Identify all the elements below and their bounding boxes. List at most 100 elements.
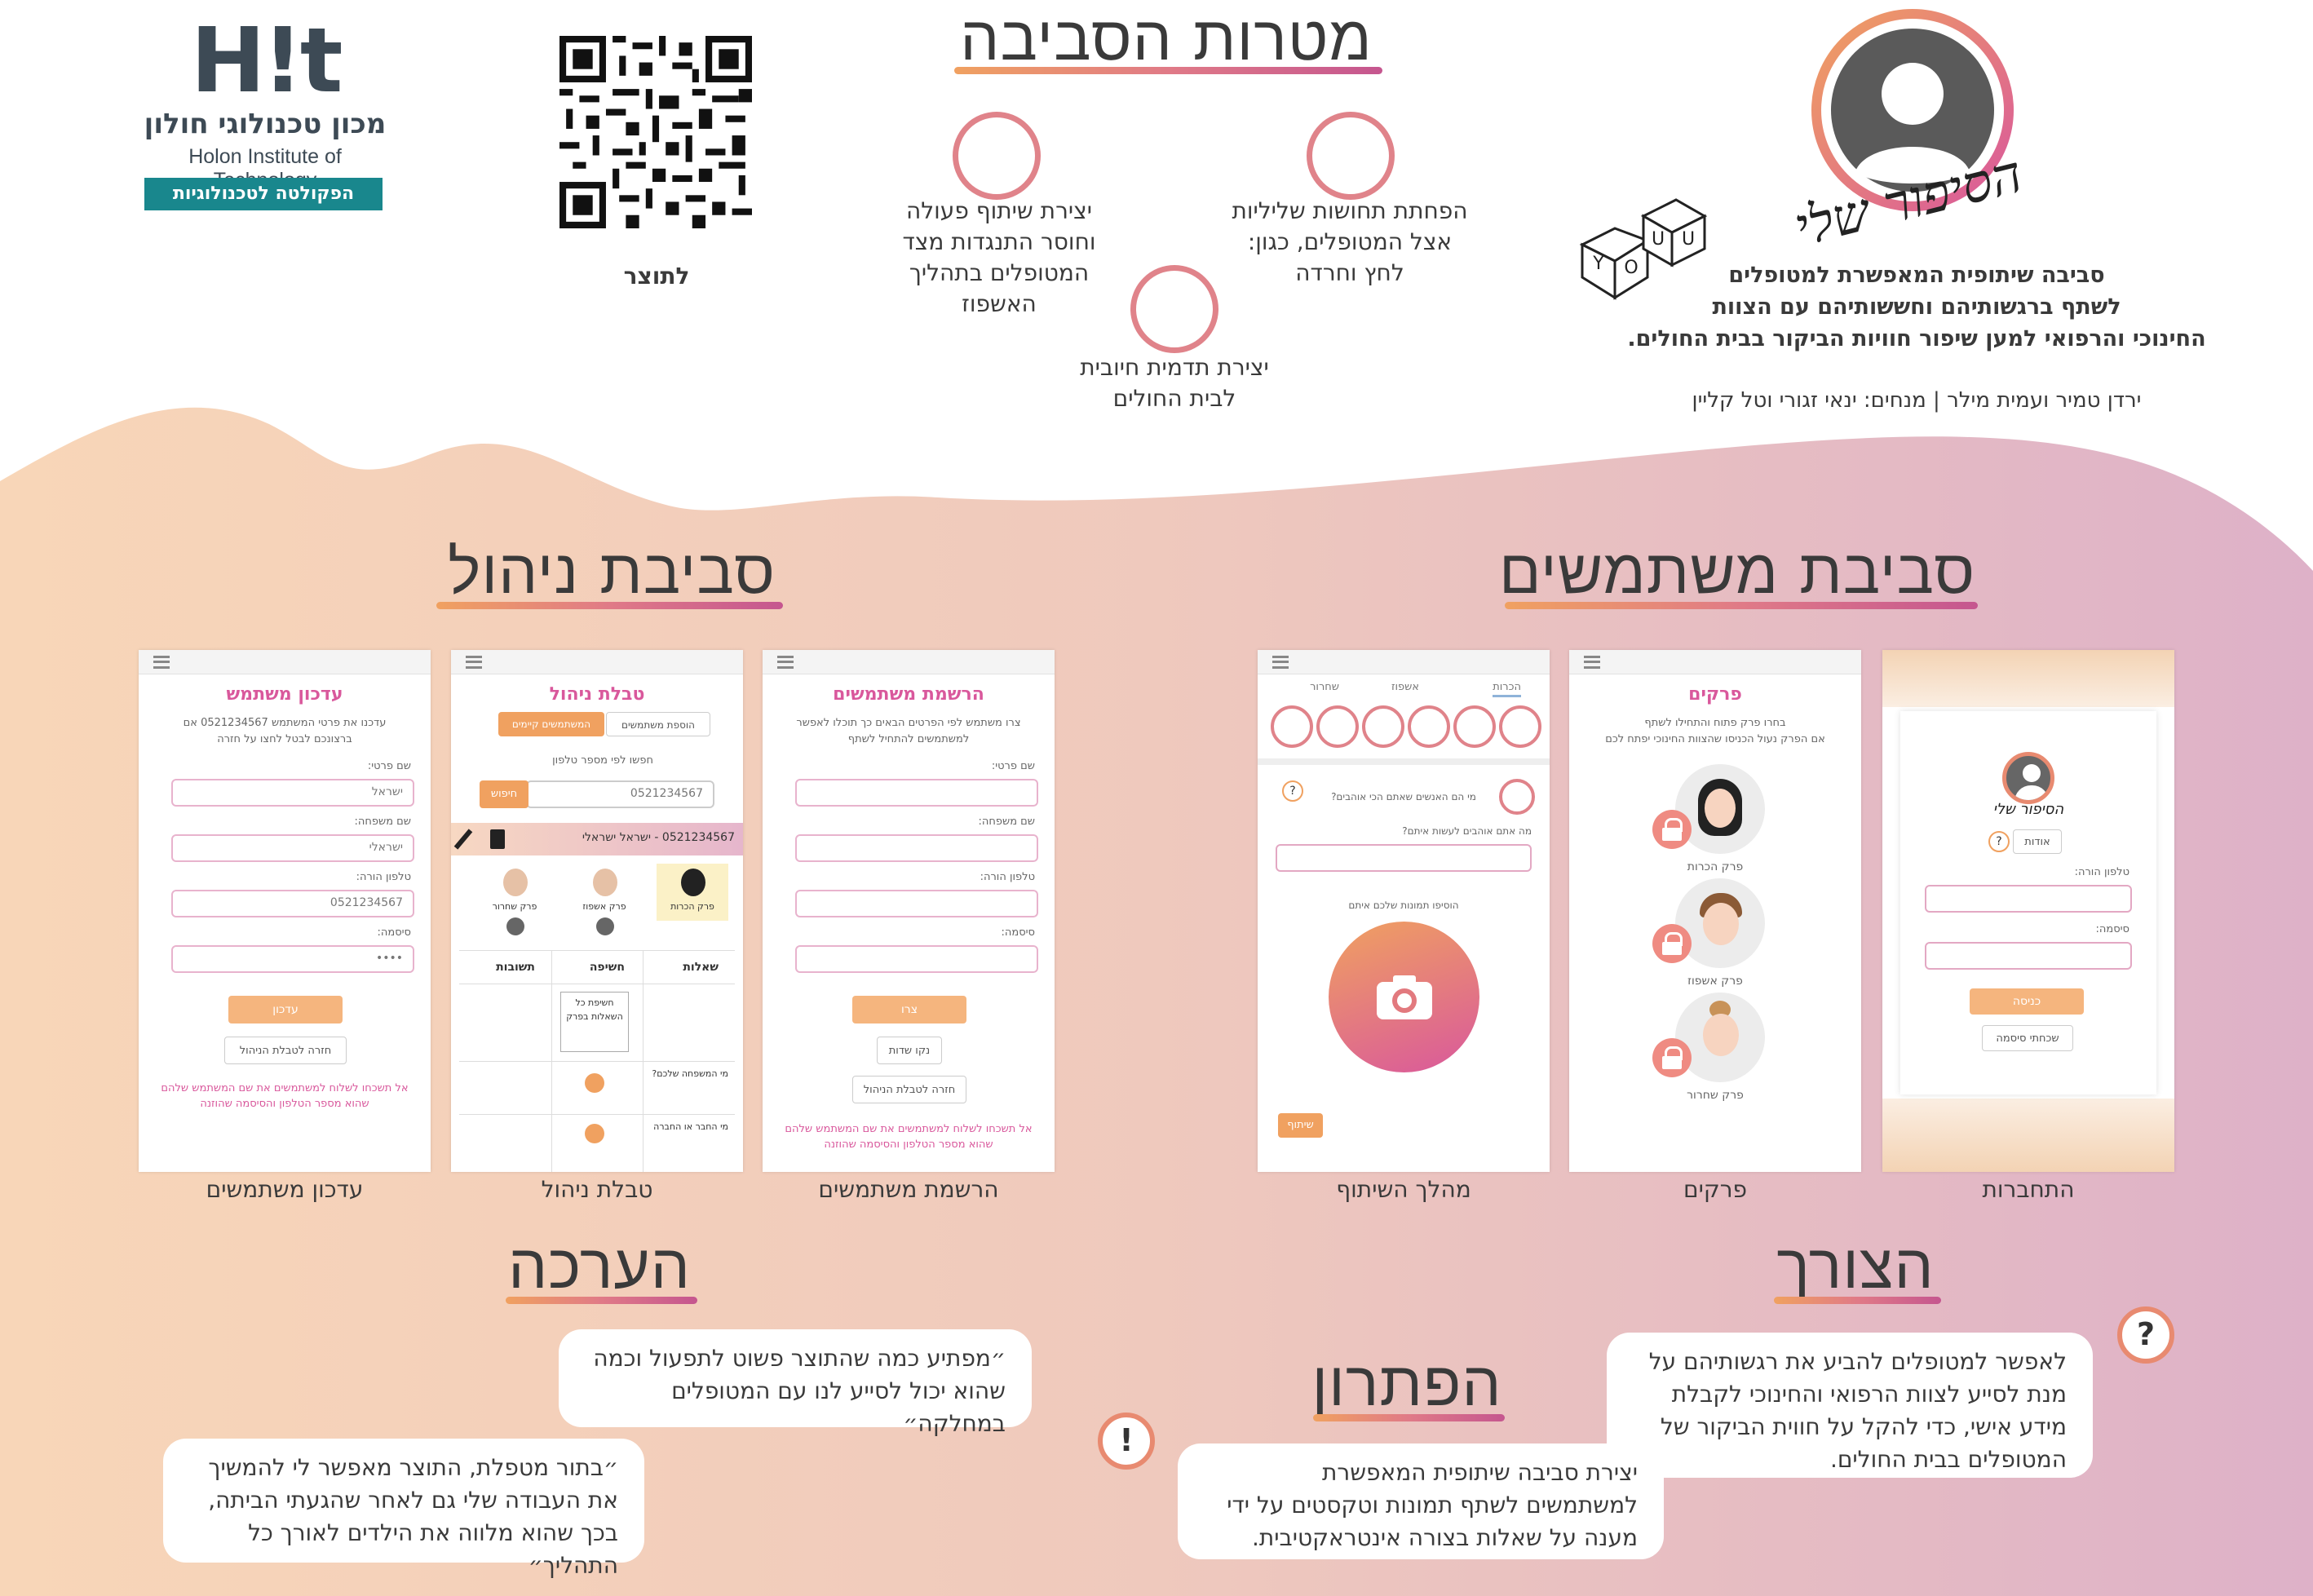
evaluation-underline <box>506 1297 697 1304</box>
chapter-label-intro: פרק הכרות <box>1687 860 1744 873</box>
svg-text:U: U <box>1682 229 1695 250</box>
delete-icon[interactable] <box>490 829 505 849</box>
update-first-label: שם פרטי: <box>367 760 411 772</box>
evaluation-quote-2: ״בתור מטפלת, התוצר מאפשר לי להמשיך את הע… <box>163 1439 644 1579</box>
table-user-row[interactable]: 0521234567 - ישראל ישראלי <box>451 823 743 855</box>
share-answer-input[interactable] <box>1276 844 1532 872</box>
table-chapter-label-hospital: פרק אשפוז <box>582 901 626 912</box>
qr-code[interactable] <box>559 36 752 228</box>
caption-chapters: פרקים <box>1683 1176 1747 1203</box>
forgot-password-button[interactable]: שכחתי סיסמה <box>1982 1025 2073 1051</box>
col-answers: תשובות <box>496 961 535 974</box>
share-help-icon[interactable]: ? <box>1282 780 1303 802</box>
login-password-label: סיסמה: <box>2095 923 2129 935</box>
screen-login: הסיפור שלי אודות ? טלפון הורה: סיסמה: כנ… <box>1882 650 2174 1172</box>
chapter-hospital-avatar[interactable] <box>1675 878 1765 968</box>
col-questions: שאלות <box>683 961 719 974</box>
table-chapter-hospital[interactable]: פרק אשפוז <box>568 864 640 937</box>
update-password-input[interactable]: •••• <box>171 945 414 973</box>
update-back-button[interactable]: חזרה לטבלת הניהול <box>224 1037 347 1064</box>
tab-add-users[interactable]: הוספת משתמשים <box>606 712 710 736</box>
login-help-icon[interactable]: ? <box>1988 831 2010 852</box>
register-back-button[interactable]: חזרה לטבלת הניהול <box>852 1076 966 1103</box>
question-ring <box>1499 779 1535 815</box>
goal-ring-2 <box>953 112 1041 200</box>
share-button[interactable]: שיתוף <box>1278 1113 1323 1138</box>
share-upload-label: הוסיפו תמונות שלכם איתם <box>1348 900 1459 911</box>
evaluation-title: הערכה <box>508 1230 691 1302</box>
menu-icon[interactable] <box>777 656 794 669</box>
update-first-input[interactable]: ישראל <box>171 779 414 807</box>
register-create-button[interactable]: צרו <box>852 996 966 1023</box>
menu-icon[interactable] <box>466 656 482 669</box>
need-underline <box>1774 1297 1941 1304</box>
table-chapter-discharge[interactable]: פרק שחרור <box>479 864 551 937</box>
screen-chapters: פרקים בחרו פרק פתוח והתחילו לשתף אם הפרק… <box>1569 650 1861 1172</box>
share-tab-discharge[interactable]: שחרור <box>1310 681 1339 693</box>
login-phone-input[interactable] <box>1925 885 2132 913</box>
share-question: מי הם האנשים שאתם הכי אוהבים? <box>1331 791 1476 802</box>
goal-text-3: יצירת תדמית חיובית לבית החולים <box>1080 354 1269 412</box>
chapters-subtitle: בחרו פרק פתוח והתחילו לשתף <box>1644 717 1786 729</box>
hit-name-he: מכון טכנולוגי חולון <box>144 108 387 140</box>
qa-table: שאלות חשיפה תשובות חשיפת כל השאלות בפרק … <box>459 950 735 1172</box>
question-icon: ? <box>2117 1306 2174 1364</box>
qr-caption: לתוצר <box>623 263 690 290</box>
register-clear-button[interactable]: נקו שדות <box>877 1037 942 1064</box>
update-last-input[interactable]: ישראלי <box>171 834 414 862</box>
register-title: הרשמת משתמשים <box>833 684 984 705</box>
register-warning: אל תשכחו לשלוח למשתמשים את שם המשתמש שלה… <box>785 1123 1033 1151</box>
login-logo-icon <box>2002 752 2054 804</box>
goals-title: מטרות הסביבה <box>960 2 1373 74</box>
update-button[interactable]: עדכון <box>228 996 343 1023</box>
login-password-input[interactable] <box>1925 942 2132 970</box>
login-button[interactable]: כניסה <box>1970 988 2084 1015</box>
progress-rings <box>1266 705 1541 751</box>
user-env-title: סביבת משתמשים <box>1498 535 1976 608</box>
col-reveal: חשיפה <box>589 961 625 974</box>
screen-share: הכרות אשפוז שחרור מי הם האנשים שאתם הכי … <box>1258 650 1550 1172</box>
table-search-button[interactable]: חיפוש <box>480 780 528 808</box>
menu-icon[interactable] <box>1584 656 1600 669</box>
table-chapter-intro[interactable]: פרק הכרות <box>657 864 728 921</box>
tagline: סביבה שיתופית המאפשרת למטופלים לשתף ברגש… <box>1623 259 2210 355</box>
goals-title-underline <box>954 67 1382 74</box>
table-search-input[interactable]: 0521234567 <box>526 780 714 808</box>
reveal-toggle-icon[interactable] <box>585 1073 604 1093</box>
tagline-line-3: החינוכי והרפואי למען שיפור חוויות הביקור… <box>1627 326 2206 351</box>
camera-icon <box>1377 975 1432 1019</box>
need-bubble: לאפשר למטופלים להביע את רגשותיהם על מנת … <box>1607 1333 2093 1478</box>
register-password-input[interactable] <box>795 945 1038 973</box>
row-question-2: מי המשפחה שלכם? <box>652 1068 728 1079</box>
screen-update-user: עדכון משתמש עדכנו את פרטי המשתמש 0521234… <box>139 650 431 1172</box>
evaluation-quote-1: ״מפתיע כמה שהתוצר פשוט לתפעול וכמה שהוא … <box>559 1329 1032 1437</box>
register-phone-input[interactable] <box>795 890 1038 917</box>
tab-existing-users[interactable]: המשתמשים קיימים <box>498 712 604 736</box>
share-tab-intro[interactable]: הכרות <box>1493 681 1521 697</box>
screen-register: הרשמת משתמשים צרו משתמש לפי הפרטים הבאים… <box>763 650 1055 1172</box>
exclamation-icon: ! <box>1098 1413 1155 1470</box>
update-subtitle: עדכנו את פרטי המשתמש 0521234567 אם ברצונ… <box>183 717 387 745</box>
table-chapter-label-discharge: פרק שחרור <box>492 901 537 912</box>
solution-bubble: יצירת סביבה שיתופית המאפשרת למשתמשים לשת… <box>1178 1443 1664 1559</box>
register-first-label: שם פרטי: <box>991 760 1035 772</box>
svg-text:U: U <box>1652 229 1665 250</box>
chapter-discharge-avatar[interactable] <box>1675 993 1765 1082</box>
about-button[interactable]: אודות <box>2013 829 2062 854</box>
edit-icon[interactable] <box>453 829 473 850</box>
goal-text-2: יצירת שיתוף פעולה וחוסר התנגדות מצד המטו… <box>902 197 1096 317</box>
menu-icon[interactable] <box>1272 656 1289 669</box>
reveal-all-button[interactable]: חשיפת כל השאלות בפרק <box>560 992 629 1052</box>
register-last-input[interactable] <box>795 834 1038 862</box>
login-phone-label: טלפון הורה: <box>2074 866 2129 878</box>
hit-logo: H!t מכון טכנולוגי חולון Holon Institute … <box>143 8 387 237</box>
share-tab-hospital[interactable]: אשפוז <box>1391 681 1419 693</box>
update-phone-input[interactable]: 0521234567 <box>171 890 414 917</box>
reveal-toggle-icon[interactable] <box>585 1124 604 1143</box>
camera-upload-button[interactable] <box>1329 922 1479 1072</box>
table-title: טבלת ניהול <box>549 684 645 705</box>
register-first-input[interactable] <box>795 779 1038 807</box>
admin-env-title: סביבת ניהול <box>448 535 776 608</box>
chapter-intro-avatar[interactable] <box>1675 764 1765 854</box>
menu-icon[interactable] <box>153 656 170 669</box>
